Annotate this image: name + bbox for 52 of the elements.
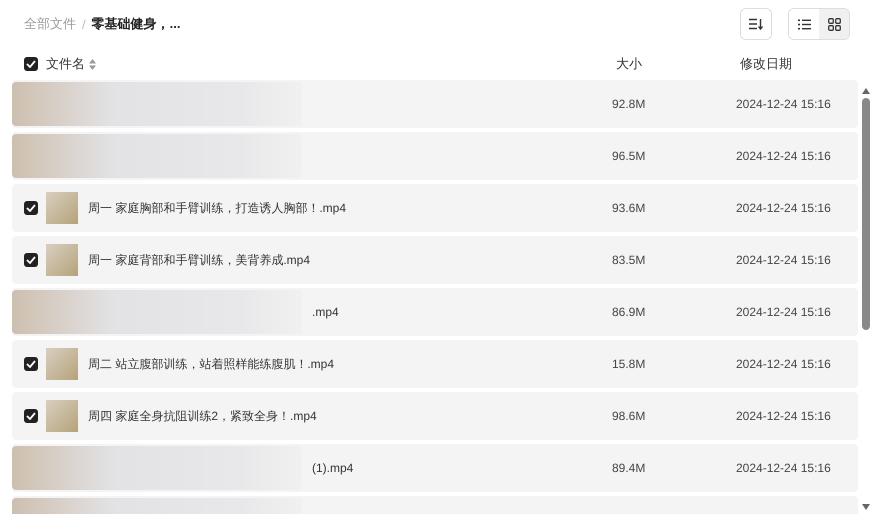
file-row[interactable]: 周一 家庭背部和手臂训练，美背养成.mp4 83.5M 2024-12-24 15:16 (12, 236, 858, 284)
column-header[interactable]: 文件名 (46, 55, 85, 73)
video-thumbnail (46, 244, 78, 276)
file-size: 92.8M (612, 97, 646, 111)
grid-icon (828, 18, 840, 30)
file-row[interactable]: (1).mp4 89.4M 2024-12-24 15:16 (12, 444, 858, 492)
row-checkbox[interactable] (24, 409, 38, 423)
file-name: 周一 家庭胸部和手臂训练，打造诱人胸部！.mp4 (88, 200, 346, 216)
file-size: 86.9M (612, 305, 646, 319)
modified-date: 2024-12-24 15:16 (736, 461, 832, 475)
modified-date: 2024-12-24 15:16 (736, 97, 832, 111)
column-header[interactable]: 修改日期 (740, 55, 850, 73)
file-row[interactable]: 周二 站立腹部训练，站着照样能练腹肌！.mp4 15.8M 2024-12-24 15:16 (12, 340, 858, 388)
file-size: 89.4M (612, 461, 646, 475)
file-name: 周四 家庭全身抗阻训练2，紧致全身！.mp4 (88, 408, 317, 424)
modified-date: 2024-12-24 15:16 (736, 409, 832, 423)
video-thumbnail (46, 348, 78, 380)
file-row[interactable]: 周一 家庭胸部和手臂训练，打造诱人胸部！.mp4 93.6M 2024-12-24 15:16 (12, 184, 858, 232)
file-name: 周一 家庭背部和手臂训练，美背养成.mp4 (88, 252, 310, 268)
file-row[interactable]: 周四 家庭全身抗阻训练2，紧致全身！.mp4 98.6M 2024-12-24 15:16 (12, 392, 858, 440)
breadcrumb-separator: / (82, 16, 86, 32)
row-checkbox[interactable] (24, 357, 38, 371)
file-name: 周二 站立腹部训练，站着照样能练腹肌！.mp4 (88, 356, 334, 372)
sort-arrows-icon[interactable] (89, 58, 96, 70)
select-all-checkbox[interactable] (24, 57, 38, 71)
sort-button[interactable] (740, 8, 772, 40)
modified-date: 2024-12-24 15:16 (736, 201, 832, 215)
sort-icon (749, 18, 763, 30)
modified-date: 2024-12-24 15:16 (736, 149, 832, 163)
file-name: (1).mp4 (312, 461, 354, 475)
file-size: 15.8M (612, 357, 646, 371)
file-row[interactable]: 96.5M 2024-12-24 15:16 (12, 132, 858, 180)
breadcrumb-item: 零基础健身，... (92, 15, 180, 33)
file-size: 93.6M (612, 201, 646, 215)
column-header[interactable]: 大小 (616, 55, 740, 73)
file-size: 98.6M (612, 409, 646, 423)
scroll-down-icon[interactable] (862, 504, 870, 510)
video-thumbnail (46, 400, 78, 432)
modified-date: 2024-12-24 15:16 (736, 305, 832, 319)
file-size: 96.5M (612, 149, 646, 163)
row-checkbox[interactable] (24, 201, 38, 215)
list-icon (798, 18, 810, 30)
modified-date: 2024-12-24 15:16 (736, 357, 832, 371)
video-thumbnail (46, 192, 78, 224)
file-row[interactable]: .mp4 86.9M 2024-12-24 15:16 (12, 288, 858, 336)
file-row[interactable]: 92.8M 2024-12-24 15:16 (12, 80, 858, 128)
scroll-up-icon[interactable] (862, 88, 870, 94)
file-name: .mp4 (312, 305, 339, 319)
row-checkbox[interactable] (24, 253, 38, 267)
modified-date: 2024-12-24 15:16 (736, 253, 832, 267)
file-size: 83.5M (612, 253, 646, 267)
grid-view-button[interactable] (819, 9, 849, 39)
